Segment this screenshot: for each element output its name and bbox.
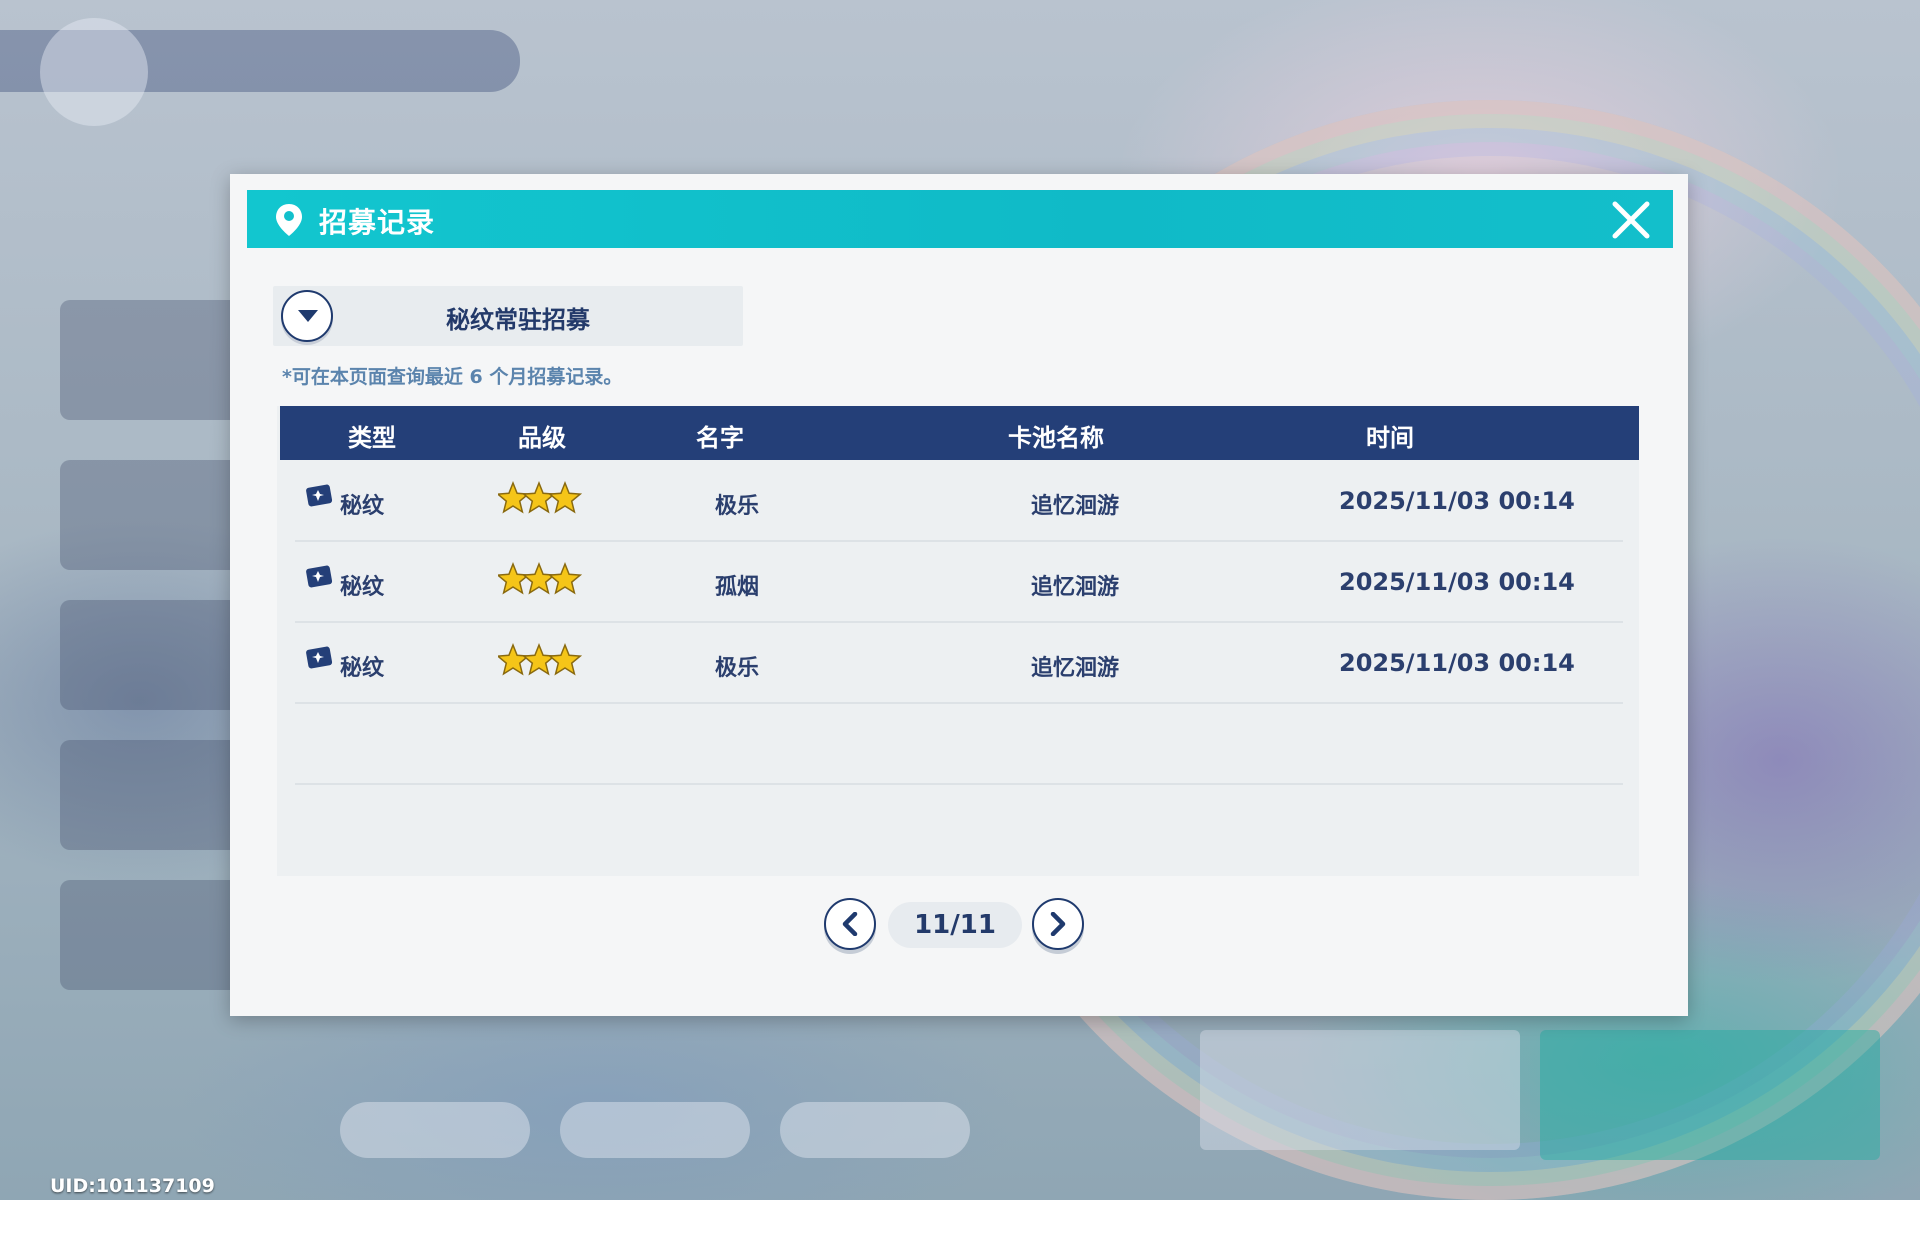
pagination: 11/11 xyxy=(824,898,1094,954)
rune-card-icon xyxy=(305,482,335,508)
row-type: 秘纹 xyxy=(340,575,385,600)
star-icon xyxy=(495,642,531,676)
header-pool: 卡池名称 xyxy=(1008,424,1104,452)
background-button xyxy=(780,1102,970,1158)
star-icon xyxy=(547,480,583,514)
location-pin-icon xyxy=(273,202,305,238)
star-icon xyxy=(521,642,557,676)
close-button[interactable] xyxy=(1609,198,1653,242)
star-rating xyxy=(495,478,584,520)
uid-label: UID:101137109 xyxy=(50,1175,215,1197)
row-time: 2025/11/03 00:14 xyxy=(1339,487,1575,515)
background-avatar xyxy=(40,18,148,126)
background-card xyxy=(60,880,240,990)
background-panel xyxy=(1200,1030,1520,1150)
rune-card-icon xyxy=(305,563,335,589)
chevron-right-icon xyxy=(1050,912,1066,936)
dialog-title: 招募记录 xyxy=(319,206,436,239)
row-type: 秘纹 xyxy=(340,656,385,681)
row-name: 极乐 xyxy=(715,656,760,681)
table-row: 秘纹 极乐 追忆洄游 2025/11/03 00:14 xyxy=(295,622,1623,704)
record-table: 类型 品级 名字 卡池名称 时间 秘纹 极乐 追忆洄游 2025/11/03 0… xyxy=(277,406,1639,876)
rune-card-icon xyxy=(305,644,335,670)
pool-dropdown[interactable]: 秘纹常驻招募 xyxy=(273,286,743,346)
row-time: 2025/11/03 00:14 xyxy=(1339,568,1575,596)
row-pool: 追忆洄游 xyxy=(1031,494,1120,519)
background-button xyxy=(560,1102,750,1158)
next-page-button[interactable] xyxy=(1032,898,1084,950)
record-period-note: *可在本页面查询最近 6 个月招募记录。 xyxy=(282,366,623,388)
row-type: 秘纹 xyxy=(340,494,385,519)
close-icon xyxy=(1612,201,1650,239)
header-name: 名字 xyxy=(696,424,744,452)
header-rarity: 品级 xyxy=(518,424,566,452)
table-header: 类型 品级 名字 卡池名称 时间 xyxy=(280,406,1639,460)
background-card xyxy=(60,600,240,710)
chevron-left-icon xyxy=(842,912,858,936)
background-panel xyxy=(1540,1030,1880,1160)
background-card xyxy=(60,740,240,850)
star-icon xyxy=(521,561,557,595)
pool-dropdown-label: 秘纹常驻招募 xyxy=(446,306,590,334)
row-pool: 追忆洄游 xyxy=(1031,656,1120,681)
row-pool: 追忆洄游 xyxy=(1031,575,1120,600)
star-rating xyxy=(495,559,584,601)
table-row: 秘纹 极乐 追忆洄游 2025/11/03 00:14 xyxy=(295,460,1623,542)
star-icon xyxy=(495,480,531,514)
star-icon xyxy=(547,642,583,676)
row-time: 2025/11/03 00:14 xyxy=(1339,649,1575,677)
star-rating xyxy=(495,640,584,682)
background-card xyxy=(60,300,240,420)
table-row: 秘纹 孤烟 追忆洄游 2025/11/03 00:14 xyxy=(295,541,1623,623)
star-icon xyxy=(547,561,583,595)
background-card xyxy=(60,460,240,570)
row-name: 极乐 xyxy=(715,494,760,519)
page-indicator: 11/11 xyxy=(888,902,1022,948)
prev-page-button[interactable] xyxy=(824,898,876,950)
star-icon xyxy=(521,480,557,514)
table-row-empty xyxy=(295,703,1623,785)
row-name: 孤烟 xyxy=(715,575,760,600)
header-time: 时间 xyxy=(1366,424,1414,452)
recruit-record-dialog: 招募记录 秘纹常驻招募 *可在本页面查询最近 6 个月招募记录。 类型 品级 名… xyxy=(230,174,1688,1016)
header-type: 类型 xyxy=(348,424,396,452)
dialog-title-bar: 招募记录 xyxy=(247,190,1673,248)
star-icon xyxy=(495,561,531,595)
background-button xyxy=(340,1102,530,1158)
